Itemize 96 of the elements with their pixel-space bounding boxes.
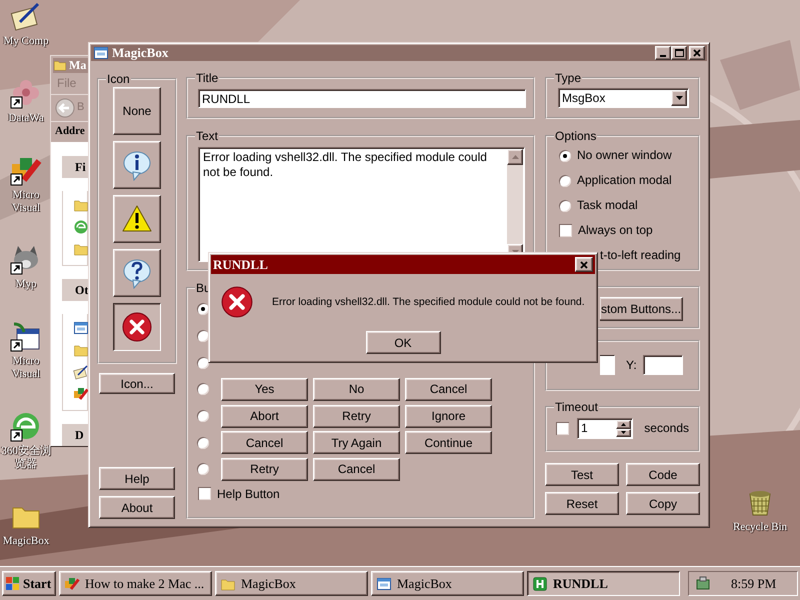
radio-button[interactable] [559, 174, 571, 186]
taskbar-button[interactable]: MagicBox [371, 571, 524, 596]
group-label: Icon [106, 72, 131, 86]
action-button[interactable]: Copy [626, 492, 700, 515]
radio-button[interactable] [197, 330, 209, 342]
preview-button[interactable]: Retry [221, 458, 308, 481]
group-label: Type [554, 71, 582, 85]
caret-icon[interactable] [676, 96, 682, 100]
error-icon [121, 311, 153, 343]
radio-button[interactable] [197, 463, 209, 476]
option-label[interactable]: Always on top [578, 223, 653, 238]
preview-button[interactable]: Abort [221, 404, 308, 428]
preview-button[interactable]: Cancel [221, 431, 308, 454]
icon-option-button[interactable] [113, 303, 161, 351]
up-arrow-icon[interactable] [621, 422, 626, 426]
window-icon [93, 45, 109, 61]
window-icon [376, 576, 392, 592]
group-label: Text [195, 129, 220, 143]
preview-button[interactable]: Ignore [405, 404, 492, 428]
y-field[interactable] [642, 355, 683, 375]
radio-button[interactable] [559, 200, 571, 212]
back-icon[interactable] [55, 98, 75, 118]
title-field[interactable]: RUNDLL [198, 89, 526, 108]
panel-header[interactable]: D [62, 424, 88, 446]
address-label: Addre [55, 125, 85, 138]
maximize-icon [674, 49, 684, 57]
checkbox[interactable] [556, 422, 569, 435]
action-button[interactable]: Reset [545, 492, 619, 515]
clock: 8:59 PM [731, 576, 776, 592]
field-label: Y: [626, 358, 637, 372]
option-label[interactable]: Application modal [577, 173, 672, 188]
preview-button[interactable]: Retry [313, 404, 400, 428]
preview-button[interactable]: Continue [405, 431, 492, 454]
icon-option-button[interactable]: None [113, 87, 161, 135]
desktop-icon-label[interactable]: Recycle Bin [732, 521, 788, 534]
select-value: MsgBox [562, 90, 606, 106]
checkbox-label[interactable]: Help Button [217, 486, 280, 501]
checkbox[interactable] [198, 487, 211, 500]
tools-icon [64, 576, 80, 592]
window-icon[interactable] [73, 320, 88, 336]
preview-button[interactable]: Cancel [405, 378, 492, 401]
panel-header[interactable]: Ot [62, 278, 88, 301]
action-button[interactable]: About [99, 496, 175, 519]
radio-button[interactable] [559, 150, 571, 162]
taskbar-button[interactable]: RUNDLL [527, 571, 680, 596]
group-label: Timeout [554, 400, 599, 414]
preview-button[interactable]: Try Again [313, 431, 400, 454]
group-label: Title [195, 71, 220, 85]
action-button[interactable]: Test [545, 463, 619, 486]
checkbox[interactable] [559, 224, 572, 237]
window-title: Ma [69, 58, 86, 73]
desktop-icon-label[interactable]: MagicBox [2, 534, 50, 548]
preview-button[interactable]: Yes [221, 378, 308, 401]
close-button[interactable] [575, 257, 593, 272]
app-icon [532, 576, 548, 592]
panel-header[interactable]: Fi [62, 156, 88, 178]
unit-label: seconds [644, 421, 689, 436]
notebook-icon[interactable] [73, 364, 88, 380]
taskbar-button[interactable]: How to make 2 Mac ... [59, 571, 212, 596]
group-label: Options [554, 129, 598, 143]
window-title: MagicBox [112, 45, 168, 61]
calendar-icon[interactable] [10, 320, 42, 352]
custom-buttons-button[interactable]: stom Buttons... [600, 297, 683, 321]
dialog-message: Error loading vshell32.dll. The specified module could not be found. [272, 296, 585, 308]
option-label[interactable]: Task modal [577, 198, 638, 213]
preview-button[interactable]: Cancel [313, 458, 400, 481]
minimize-button[interactable] [655, 46, 671, 60]
action-button[interactable]: Code [626, 463, 700, 486]
question-icon [121, 257, 153, 289]
action-button[interactable]: Help [99, 467, 175, 490]
x-field[interactable] [600, 355, 615, 375]
preview-button[interactable]: No [313, 378, 400, 401]
close-button[interactable] [689, 46, 705, 60]
option-label[interactable]: t-to-left reading [600, 248, 681, 263]
down-arrow-icon[interactable] [621, 431, 626, 434]
number-spinner[interactable]: 1 [577, 418, 634, 439]
globe-icon[interactable] [10, 410, 42, 442]
close-icon [693, 49, 701, 57]
taskbar-button[interactable]: MagicBox [215, 571, 368, 596]
radio-button[interactable] [197, 383, 209, 396]
icon-button[interactable]: Icon... [99, 373, 175, 394]
type-select[interactable]: MsgBox [558, 88, 689, 108]
folder-icon [53, 58, 67, 72]
error-icon [220, 285, 254, 319]
close-icon [580, 260, 588, 268]
start-button[interactable]: Start [2, 571, 56, 596]
info-icon [121, 149, 153, 181]
radio-button[interactable] [197, 436, 209, 449]
option-label[interactable]: No owner window [577, 148, 672, 163]
maximize-button[interactable] [671, 46, 687, 60]
radio-button[interactable] [197, 410, 209, 422]
radio-button[interactable] [197, 356, 209, 369]
flag-icon [6, 576, 20, 590]
radio-button[interactable] [197, 303, 209, 316]
notebook-icon[interactable] [10, 0, 42, 32]
ok-button[interactable]: OK [366, 331, 440, 354]
